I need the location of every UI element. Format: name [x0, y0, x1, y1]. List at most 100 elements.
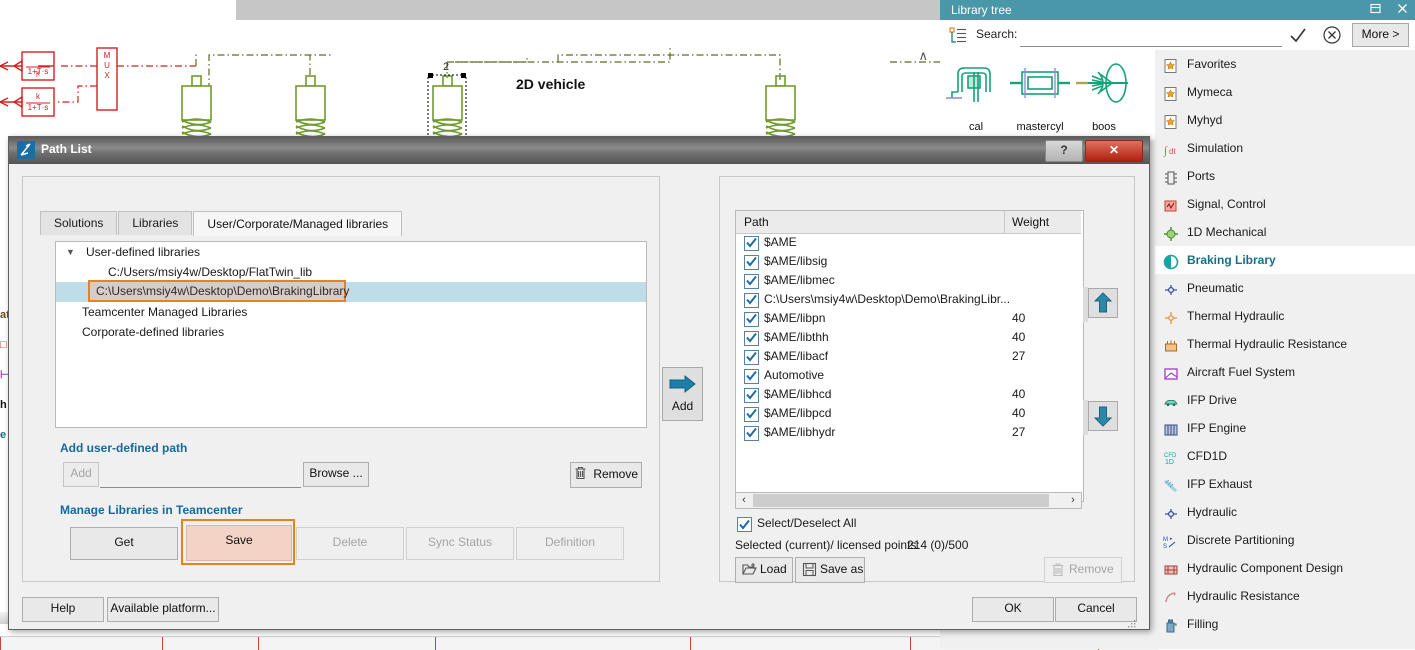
- close-icon[interactable]: close-icon: [216, 2, 232, 18]
- path-table-row[interactable]: $AME/libhydr27: [736, 423, 1081, 442]
- cancel-button[interactable]: Cancel: [1055, 597, 1137, 622]
- path-table-row[interactable]: $AME/libhcd40: [736, 385, 1081, 404]
- sidebar-item-cfd1d[interactable]: CFD1DCFD1D: [1155, 442, 1415, 470]
- sidebar-item-myhyd[interactable]: Myhyd: [1155, 106, 1415, 134]
- path-row-checkbox[interactable]: [744, 274, 759, 289]
- sidebar-item-pneumatic[interactable]: Pneumatic: [1155, 274, 1415, 302]
- load-button[interactable]: Load: [735, 557, 793, 583]
- tab-user-corporate-managed-libraries[interactable]: User/Corporate/Managed libraries: [193, 211, 402, 236]
- library-category-list[interactable]: FavoritesMymecaMyhyd∫dtSimulationPortsSi…: [1155, 50, 1415, 649]
- help-button-footer[interactable]: Help: [22, 597, 104, 622]
- path-table-row[interactable]: $AME/libpn40: [736, 309, 1081, 328]
- path-row-path: $AME/libhcd: [764, 385, 831, 404]
- select-all-checkbox[interactable]: [737, 517, 752, 532]
- chevron-right-icon[interactable]: ›: [1065, 493, 1081, 508]
- resize-grip[interactable]: [1127, 617, 1136, 626]
- tree-node-user-defined-libraries[interactable]: ▼User-defined libraries: [56, 242, 646, 262]
- svg-text:M: M: [104, 51, 111, 60]
- path-row-checkbox[interactable]: [744, 426, 759, 441]
- chevron-left-icon[interactable]: ‹: [736, 493, 752, 508]
- highlighted-library-path[interactable]: C:\Users\msiy4w\Desktop\Demo\BrakingLibr…: [88, 280, 346, 302]
- component-cal[interactable]: cal: [944, 58, 1008, 133]
- column-header-weight[interactable]: Weight: [1012, 211, 1049, 233]
- dialog-titlebar[interactable]: Path List ? ✕: [9, 137, 1149, 164]
- help-button[interactable]: ?: [1045, 140, 1083, 162]
- sidebar-item-1d-mechanical[interactable]: 1D Mechanical: [1155, 218, 1415, 246]
- hscroll-thumb[interactable]: [753, 494, 1049, 507]
- path-table-row[interactable]: $AME: [736, 233, 1081, 252]
- path-table-row[interactable]: $AME/libsig: [736, 252, 1081, 271]
- sidebar-item-signal-control[interactable]: Signal, Control: [1155, 190, 1415, 218]
- save-as-button[interactable]: Save as: [795, 557, 865, 583]
- sidebar-item-braking-library[interactable]: Braking Library: [1155, 246, 1415, 274]
- path-input[interactable]: [100, 462, 301, 488]
- path-table-row[interactable]: $AME/libacf27: [736, 347, 1081, 366]
- sidebar-item-discrete-partitioning[interactable]: M▸SDiscrete Partitioning: [1155, 526, 1415, 554]
- sidebar-item-ifp-drive[interactable]: IFP Drive: [1155, 386, 1415, 414]
- path-table-row[interactable]: $AME/libmec: [736, 271, 1081, 290]
- tree-node-library-path[interactable]: C:/Users/msiy4w/Desktop/FlatTwin_lib: [56, 262, 646, 282]
- path-table-hscrollbar[interactable]: ‹ ›: [735, 492, 1082, 509]
- sidebar-item-hydraulic-component-design[interactable]: Hydraulic Component Design: [1155, 554, 1415, 582]
- sidebar-item-hydraulic-resistance[interactable]: Hydraulic Resistance: [1155, 582, 1415, 610]
- path-row-checkbox[interactable]: [744, 407, 759, 422]
- available-platform-button[interactable]: Available platform...: [107, 597, 219, 622]
- sidebar-item-mymeca[interactable]: Mymeca: [1155, 78, 1415, 106]
- svg-text:U: U: [104, 61, 110, 70]
- tab-solutions[interactable]: Solutions: [40, 211, 117, 235]
- component-boos[interactable]: boos: [1072, 58, 1136, 133]
- more-button[interactable]: More >: [1352, 23, 1409, 47]
- sidebar-item-thermal-hydraulic-resistance[interactable]: Thermal Hydraulic Resistance: [1155, 330, 1415, 358]
- path-table-row[interactable]: $AME/libthh40: [736, 328, 1081, 347]
- column-divider[interactable]: [1004, 211, 1005, 233]
- path-row-checkbox[interactable]: [744, 369, 759, 384]
- sidebar-item-favorites[interactable]: Favorites: [1155, 50, 1415, 78]
- svg-text:1D: 1D: [1165, 459, 1174, 466]
- ok-button[interactable]: OK: [972, 597, 1054, 622]
- path-row-checkbox[interactable]: [744, 255, 759, 270]
- sidebar-item-ifp-engine[interactable]: IFP Engine: [1155, 414, 1415, 442]
- thermal-hydraulic-icon: [1163, 308, 1179, 324]
- path-row-checkbox[interactable]: [744, 312, 759, 327]
- sidebar-item-ifp-exhaust[interactable]: IFP Exhaust: [1155, 470, 1415, 498]
- sidebar-item-simulation[interactable]: ∫dtSimulation: [1155, 134, 1415, 162]
- sidebar-item-aircraft-fuel-system[interactable]: Aircraft Fuel System: [1155, 358, 1415, 386]
- move-down-button[interactable]: [1088, 401, 1118, 431]
- tab-libraries[interactable]: Libraries: [118, 211, 192, 235]
- move-up-button[interactable]: [1088, 288, 1118, 318]
- search-input[interactable]: [1020, 26, 1282, 47]
- path-row-checkbox[interactable]: [744, 331, 759, 346]
- add-to-list-button[interactable]: Add: [662, 367, 703, 421]
- path-table-row[interactable]: C:\Users\msiy4w\Desktop\Demo\BrakingLibr…: [736, 290, 1081, 309]
- component-mastercyl[interactable]: mastercyl: [1008, 58, 1072, 133]
- sidebar-item-thermal-hydraulic[interactable]: Thermal Hydraulic: [1155, 302, 1415, 330]
- path-row-checkbox[interactable]: [744, 293, 759, 308]
- panel-splitter[interactable]: [708, 180, 714, 580]
- path-row-checkbox[interactable]: [744, 388, 759, 403]
- path-table-row[interactable]: Automotive: [736, 366, 1081, 385]
- remove-path-button[interactable]: Remove: [570, 462, 642, 488]
- path-table-row[interactable]: $AME/libpcd40: [736, 404, 1081, 423]
- add-path-button[interactable]: Add: [63, 462, 99, 487]
- user-libraries-tree[interactable]: ▼User-defined librariesC:/Users/msiy4w/D…: [55, 241, 647, 428]
- path-row-checkbox[interactable]: [744, 236, 759, 251]
- close-button[interactable]: ✕: [1085, 140, 1143, 162]
- checkmark-icon[interactable]: [1288, 25, 1308, 45]
- sidebar-item-hydraulic[interactable]: Hydraulic: [1155, 498, 1415, 526]
- licensed-points-label: Selected (current)/ licensed points:: [735, 538, 920, 552]
- tree-node-corporate-defined-libraries[interactable]: Corporate-defined libraries: [56, 322, 646, 342]
- sidebar-item-ports[interactable]: Ports: [1155, 162, 1415, 190]
- column-header-path[interactable]: Path: [744, 211, 769, 233]
- get-button[interactable]: Get: [70, 527, 178, 560]
- browse-button[interactable]: Browse ...: [303, 462, 369, 487]
- sidebar-item-filling[interactable]: Filling: [1155, 610, 1415, 638]
- scroll-up-caret[interactable]: ∧: [918, 48, 928, 64]
- sync-status-button: Sync Status: [406, 527, 514, 560]
- sidebar-item-label: IFP Exhaust: [1187, 477, 1252, 491]
- chevron-down-icon[interactable]: ▼: [66, 242, 75, 262]
- path-table[interactable]: Path Weight $AME$AME/libsig$AME/libmecC:…: [735, 210, 1084, 502]
- path-row-checkbox[interactable]: [744, 350, 759, 365]
- inactive-tab-area[interactable]: [236, 0, 940, 20]
- clear-circle-icon[interactable]: [1322, 25, 1342, 45]
- tree-node-teamcenter-managed-libraries[interactable]: Teamcenter Managed Libraries: [56, 302, 646, 322]
